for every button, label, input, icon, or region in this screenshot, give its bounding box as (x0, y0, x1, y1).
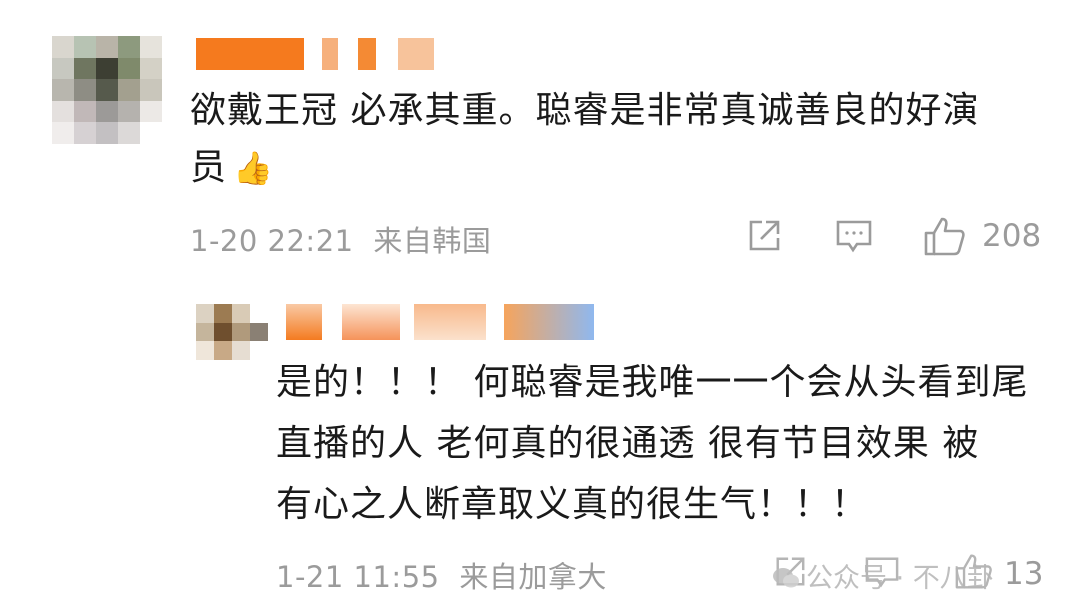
comment-line: 欲戴王冠 必承其重。聪睿是非常真诚善良的好演 (190, 90, 980, 131)
timestamp: 1-20 22:21 (190, 224, 354, 258)
comment-line: 直播的人 老何真的很通透 很有节目效果 被 (276, 423, 980, 464)
timestamp: 1-21 11:55 (276, 560, 440, 594)
comment-meta: 1-20 22:21 来自韩国 (190, 218, 491, 260)
like-icon[interactable] (922, 214, 968, 258)
watermark: 公众号 · 不八卦 (772, 556, 994, 595)
avatar[interactable] (196, 304, 268, 360)
comment-line: 员 👍 (190, 147, 274, 188)
location: 来自加拿大 (459, 560, 607, 594)
watermark-text: 公众号 · 不八卦 (806, 563, 994, 594)
share-icon[interactable] (744, 216, 784, 256)
comment-icon[interactable] (834, 216, 874, 256)
comment-body: 欲戴王冠 必承其重。聪睿是非常真诚善良的好演 员 👍 (190, 82, 1050, 197)
like-count: 13 (1004, 556, 1044, 592)
location: 来自韩国 (373, 224, 492, 258)
comment-meta: 1-21 11:55 来自加拿大 (276, 554, 607, 596)
wechat-icon (772, 565, 800, 587)
username-blurred[interactable] (196, 38, 434, 70)
username-blurred[interactable] (286, 304, 594, 340)
comment-line: 是的！！！ 何聪睿是我唯一一个会从头看到尾 (276, 362, 1029, 403)
comment-thread: 欲戴王冠 必承其重。聪睿是非常真诚善良的好演 员 👍 1-20 22:21 来自韩… (0, 0, 1080, 613)
like-count: 208 (982, 218, 1042, 254)
thumbs-up-emoji: 👍 (233, 149, 274, 187)
avatar[interactable] (52, 36, 162, 144)
comment-line: 有心之人断章取义真的很生气！！！ (276, 484, 869, 525)
comment-body: 是的！！！ 何聪睿是我唯一一个会从头看到尾 直播的人 老何真的很通透 很有节目效… (276, 354, 1066, 533)
